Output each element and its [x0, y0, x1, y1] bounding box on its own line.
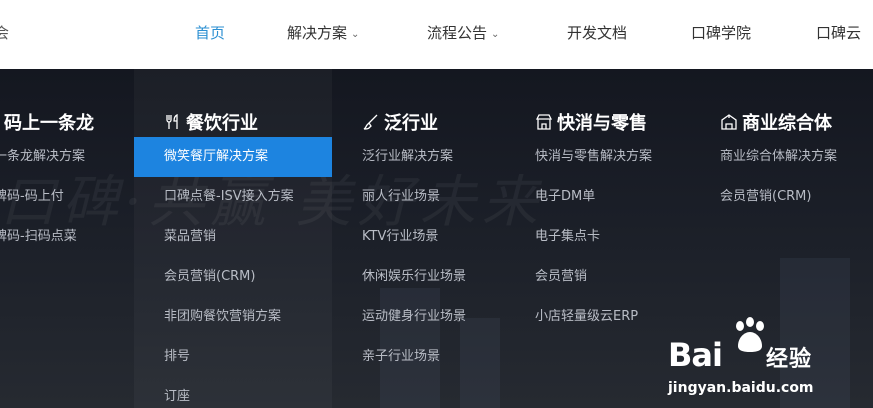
nav-home[interactable]: 首页 — [195, 0, 225, 69]
menu-item[interactable]: 快消与零售解决方案 — [535, 137, 652, 177]
column-title: 商业综合体 — [742, 113, 832, 134]
column-title: 码上一条龙 — [4, 113, 94, 134]
column-title: 泛行业 — [384, 113, 438, 134]
menu-item[interactable]: 碑码-码上付 — [0, 177, 64, 217]
nav-koubei-academy[interactable]: 口碑学院 — [691, 0, 751, 69]
nav-announcements-label: 流程公告 — [427, 24, 488, 42]
menu-item[interactable]: 小店轻量级云ERP — [535, 297, 638, 337]
menu-item-selected[interactable]: 微笑餐厅解决方案 — [134, 137, 332, 177]
store-icon — [535, 114, 553, 130]
menu-item[interactable]: 休闲娱乐行业场景 — [362, 257, 466, 297]
top-navigation-bar: 会 首页 解决方案 ⌄ 流程公告 ⌄ 开发文档 口碑学院 口碑云 — [0, 0, 873, 69]
brush-icon — [363, 114, 378, 130]
logo-fragment: 会 — [0, 24, 10, 42]
menu-item[interactable]: 口碑点餐-ISV接入方案 — [164, 177, 294, 217]
building-icon — [721, 114, 737, 130]
menu-item[interactable]: 一条龙解决方案 — [0, 137, 85, 177]
watermark-brand-right: 经验 — [765, 347, 812, 372]
menu-item[interactable]: 会员营销 — [535, 257, 587, 297]
menu-item[interactable]: 会员营销(CRM) — [720, 177, 811, 217]
nav-solutions[interactable]: 解决方案 ⌄ — [287, 0, 359, 69]
watermark-brand-left: Bai — [668, 336, 723, 374]
column-heading: 快消与零售 — [535, 112, 647, 136]
column-title: 餐饮行业 — [186, 113, 258, 134]
menu-item[interactable]: 电子集点卡 — [535, 217, 600, 257]
column-heading: 泛行业 — [362, 112, 438, 136]
menu-item[interactable]: 碑码-扫码点菜 — [0, 217, 77, 257]
watermark-url: jingyan.baidu.com — [668, 380, 814, 396]
menu-item[interactable]: 商业综合体解决方案 — [720, 137, 837, 177]
menu-item[interactable]: 丽人行业场景 — [362, 177, 440, 217]
column-title: 快消与零售 — [557, 113, 647, 134]
fork-knife-icon — [166, 113, 178, 129]
chevron-down-icon: ⌄ — [351, 29, 360, 40]
chevron-down-icon: ⌄ — [491, 29, 500, 40]
nav-koubei-cloud[interactable]: 口碑云 — [816, 0, 861, 69]
baidu-jingyan-watermark: Bai 经验 jingyan.baidu.com — [668, 316, 868, 396]
column-heading: 商业综合体 — [720, 112, 832, 136]
menu-item[interactable]: 亲子行业场景 — [362, 337, 440, 377]
menu-item[interactable]: 运动健身行业场景 — [362, 297, 466, 337]
menu-item[interactable]: 菜品营销 — [164, 217, 216, 257]
nav-solutions-label: 解决方案 — [287, 24, 348, 42]
watermark-brand: Bai 经验 — [668, 336, 812, 374]
menu-item[interactable]: KTV行业场景 — [362, 217, 438, 257]
menu-item[interactable]: 排号 — [164, 337, 190, 377]
menu-item[interactable]: 订座 — [164, 377, 190, 408]
nav-dev-docs[interactable]: 开发文档 — [567, 0, 627, 69]
column-heading: 餐饮行业 — [164, 112, 258, 136]
menu-item[interactable]: 泛行业解决方案 — [362, 137, 453, 177]
menu-item[interactable]: 非团购餐饮营销方案 — [164, 297, 281, 337]
solutions-mega-menu: 口碑·共赢 美好未来 码上一条龙 一条龙解决方案 碑码-码上付 碑码-扫码点菜 … — [0, 69, 873, 408]
menu-item[interactable]: 电子DM单 — [535, 177, 595, 217]
menu-item[interactable]: 会员营销(CRM) — [164, 257, 255, 297]
nav-announcements[interactable]: 流程公告 ⌄ — [427, 0, 499, 69]
